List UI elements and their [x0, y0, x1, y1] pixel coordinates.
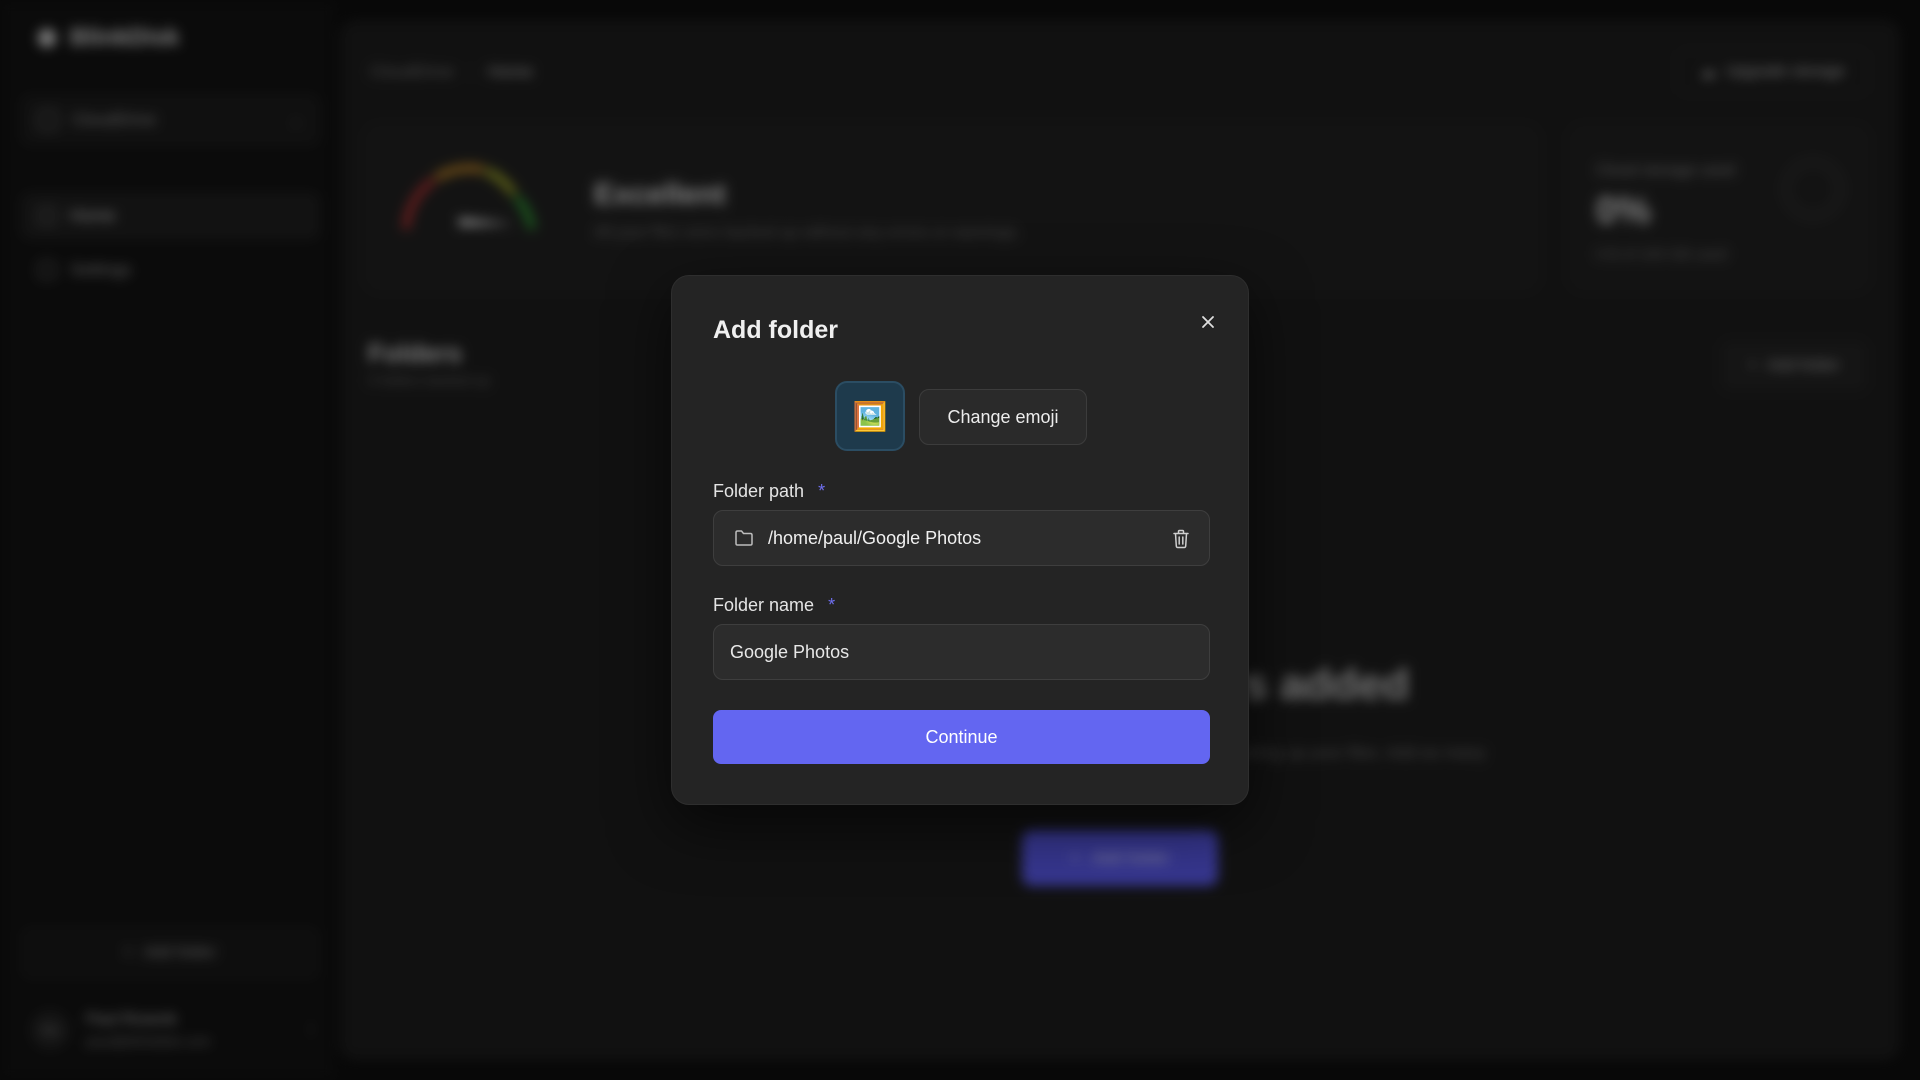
close-icon: [1202, 316, 1214, 328]
change-emoji-button[interactable]: Change emoji: [919, 389, 1087, 445]
folder-name-label-text: Folder name: [713, 595, 815, 615]
folder-icon: [735, 530, 753, 546]
folder-path-field[interactable]: /home/paul/Google Photos: [713, 510, 1210, 566]
folder-path-label: Folder path *: [713, 481, 825, 502]
close-button[interactable]: [1192, 306, 1224, 338]
folder-emoji[interactable]: 🖼️: [835, 381, 905, 451]
folder-path-label-text: Folder path: [713, 481, 805, 501]
required-indicator: *: [818, 481, 826, 501]
trash-icon: [1173, 529, 1189, 549]
clear-path-button[interactable]: [1167, 525, 1195, 553]
folder-name-label: Folder name *: [713, 595, 835, 616]
dialog-title: Add folder: [713, 316, 838, 344]
required-indicator: *: [828, 595, 836, 615]
add-folder-dialog: Add folder 🖼️ Change emoji Folder path *…: [671, 275, 1249, 805]
folder-name-input[interactable]: [713, 624, 1210, 680]
folder-path-value: /home/paul/Google Photos: [768, 527, 982, 548]
continue-button[interactable]: Continue: [713, 710, 1210, 764]
